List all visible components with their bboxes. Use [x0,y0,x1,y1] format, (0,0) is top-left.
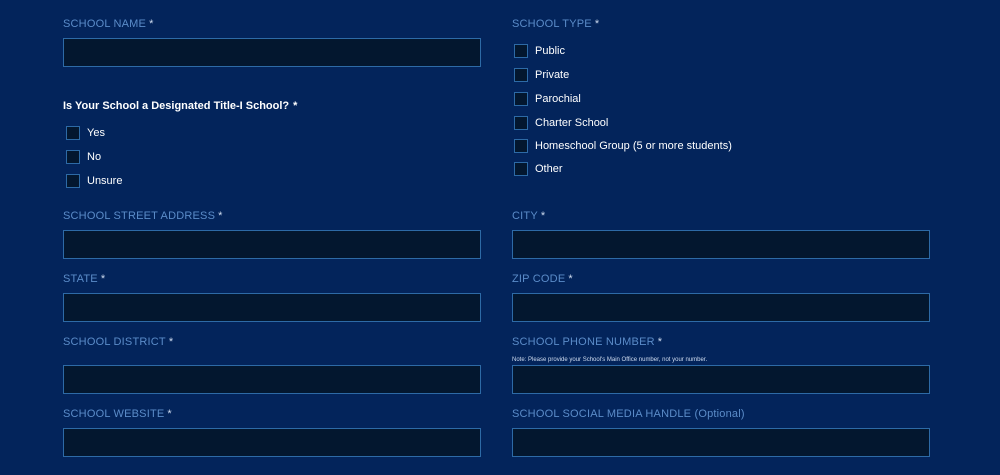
required-mark: * [149,18,154,30]
school-type-private-label: Private [535,69,570,81]
zip-label-text: ZIP CODE [512,273,566,285]
school-name-label: SCHOOL NAME * [63,18,154,30]
street-address-label-text: SCHOOL STREET ADDRESS [63,210,216,222]
phone-note: Note: Please provide your School's Main … [512,357,708,363]
required-mark: * [168,336,174,348]
title1-question-text: Is Your School a Designated Title-I Scho… [63,100,290,112]
required-mark: * [167,408,172,420]
school-type-homeschool-checkbox[interactable] [514,139,528,153]
website-label-text: SCHOOL WEBSITE [63,408,165,420]
title1-option-unsure[interactable]: Unsure [66,173,122,189]
district-label-text: SCHOOL DISTRICT [63,336,166,348]
school-type-parochial-checkbox[interactable] [514,92,528,106]
school-type-other-checkbox[interactable] [514,162,528,176]
street-address-label: SCHOOL STREET ADDRESS * [63,210,223,222]
title1-unsure-label: Unsure [87,175,123,187]
phone-label-text: SCHOOL PHONE NUMBER [512,336,655,348]
street-address-input[interactable] [63,230,481,259]
website-input[interactable] [63,428,481,457]
district-input[interactable] [63,365,481,394]
title1-option-no[interactable]: No [66,149,101,165]
social-label-text: SCHOOL SOCIAL MEDIA HANDLE (Optional) [512,408,745,420]
phone-label: SCHOOL PHONE NUMBER * [512,336,662,348]
title1-yes-label: Yes [87,127,105,139]
title1-unsure-checkbox[interactable] [66,174,80,188]
school-type-charter-label: Charter School [535,117,609,129]
school-type-public-checkbox[interactable] [514,44,528,58]
social-label: SCHOOL SOCIAL MEDIA HANDLE (Optional) [512,408,745,420]
city-input[interactable] [512,230,930,259]
required-mark: * [218,210,223,222]
website-label: SCHOOL WEBSITE * [63,408,172,420]
school-type-homeschool-label: Homeschool Group (5 or more students) [535,140,732,152]
school-type-option-parochial[interactable]: Parochial [514,91,581,107]
school-type-label-text: SCHOOL TYPE [512,18,592,30]
school-type-option-charter[interactable]: Charter School [514,115,608,131]
school-name-input[interactable] [63,38,481,67]
school-name-label-text: SCHOOL NAME [63,18,147,30]
title1-option-yes[interactable]: Yes [66,125,105,141]
state-label: STATE * [63,273,105,285]
zip-input[interactable] [512,293,930,322]
school-type-option-other[interactable]: Other [514,161,563,177]
city-label-text: CITY [512,210,538,222]
phone-input[interactable] [512,365,930,394]
title1-question: Is Your School a Designated Title-I Scho… [63,100,297,112]
zip-label: ZIP CODE * [512,273,573,285]
required-mark: * [594,18,600,30]
required-mark: * [568,273,573,285]
required-mark: * [657,336,663,348]
required-mark: * [293,100,298,112]
title1-no-checkbox[interactable] [66,150,80,164]
school-type-private-checkbox[interactable] [514,68,528,82]
school-type-label: SCHOOL TYPE * [512,18,599,30]
school-type-other-label: Other [535,163,563,175]
school-type-charter-checkbox[interactable] [514,116,528,130]
school-type-option-homeschool[interactable]: Homeschool Group (5 or more students) [514,138,732,154]
state-label-text: STATE [63,273,98,285]
required-mark: * [100,273,106,285]
school-type-public-label: Public [535,45,565,57]
title1-yes-checkbox[interactable] [66,126,80,140]
school-type-option-public[interactable]: Public [514,43,565,59]
school-type-parochial-label: Parochial [535,93,581,105]
required-mark: * [540,210,546,222]
social-input[interactable] [512,428,930,457]
city-label: CITY * [512,210,545,222]
school-type-option-private[interactable]: Private [514,67,569,83]
title1-no-label: No [87,151,102,163]
state-input[interactable] [63,293,481,322]
district-label: SCHOOL DISTRICT * [63,336,173,348]
